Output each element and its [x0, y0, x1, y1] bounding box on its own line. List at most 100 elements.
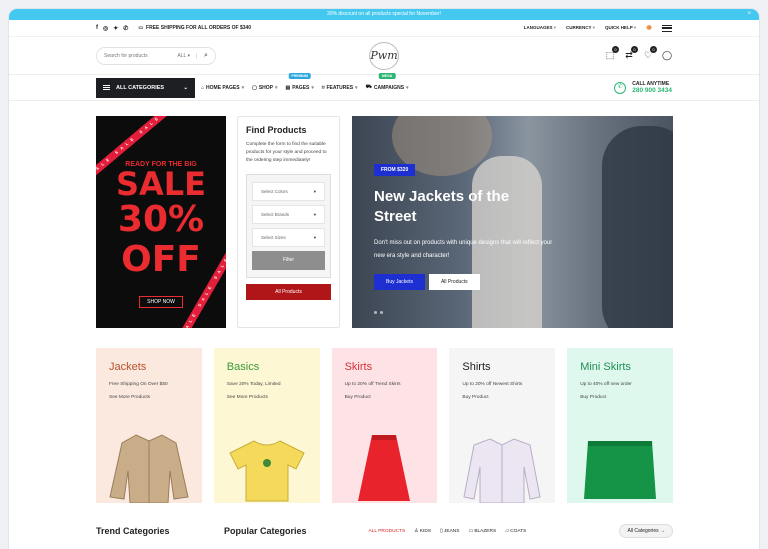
account-icon[interactable]: ◯: [662, 50, 672, 61]
logo[interactable]: Pwm: [369, 42, 399, 70]
hero-banner: FROM $320 New Jackets of the Street Don'…: [352, 116, 673, 328]
nav-features[interactable]: ⌑ FEATURES: [322, 84, 358, 91]
whatsapp-icon[interactable]: ✆: [123, 25, 128, 32]
nav-home-pages[interactable]: ⌂ HOME PAGES: [201, 84, 244, 91]
finder-form: Select Colors Select Brands Select Sizes…: [246, 174, 331, 278]
main-header: Search for products ALL ▾ ⌕ Pwm ⬚ 0 ⇄ 0 ♡ 0…: [9, 37, 759, 75]
currency-dropdown[interactable]: CURRENCY: [566, 25, 595, 31]
call-number[interactable]: 280 900 3434: [632, 87, 672, 94]
category-link[interactable]: Buy Product: [345, 395, 425, 400]
nav-pages[interactable]: PREMIUM ▤ PAGES: [285, 73, 314, 91]
category-card-jackets[interactable]: Jackets Free Shipping On Over $50 See Mo…: [96, 348, 202, 503]
sync-count-badge: 0: [631, 46, 638, 53]
menu-icon[interactable]: [662, 24, 672, 32]
tab-blazers[interactable]: ▭ BLAZERS: [468, 529, 496, 534]
category-link[interactable]: Buy Product: [580, 395, 660, 400]
all-categories-link[interactable]: All Categories →: [619, 524, 673, 538]
twitter-icon[interactable]: ✦: [113, 25, 118, 32]
tab-all-products[interactable]: ALL PRODUCTS: [369, 529, 406, 534]
sync-icon[interactable]: ⇄ 0: [624, 46, 638, 61]
category-subtitle: Save 20% Today, Limited: [226, 382, 281, 387]
all-categories-label: ALL CATEGORIES: [116, 84, 165, 91]
facebook-icon[interactable]: f: [96, 25, 98, 32]
chevron-down-icon: ⌄: [183, 84, 188, 91]
price-badge: FROM $320: [374, 164, 416, 176]
search-icon[interactable]: ⌕: [197, 52, 215, 60]
category-tabs: ALL PRODUCTS ♙ KIDS ▯ JEANS ▭ BLAZERS ▱ …: [369, 529, 527, 534]
category-title: Basics: [226, 361, 260, 373]
languages-dropdown[interactable]: LANGUAGES: [524, 25, 556, 31]
bag-icon: ▢: [252, 84, 257, 91]
buy-jackets-button[interactable]: Buy Jackets: [374, 274, 425, 290]
search-scope-select[interactable]: ALL ▾: [177, 52, 197, 59]
social-links: f ◎ ✦ ✆: [96, 25, 128, 32]
tab-jeans[interactable]: ▯ JEANS: [440, 529, 459, 534]
category-card-skirts[interactable]: Skirts Up to 20% off Trend Skirts Buy Pr…: [331, 348, 438, 503]
slider-dots[interactable]: [374, 311, 383, 314]
top-bar-menus: LANGUAGES CURRENCY QUICK HELP ✹: [524, 24, 672, 32]
category-subtitle: Free Shipping On Over $50: [109, 382, 168, 387]
list-icon: [103, 85, 110, 90]
instagram-icon[interactable]: ◎: [103, 25, 108, 32]
banner-description: Don't miss out on products with unique d…: [374, 240, 553, 259]
categories-section-header: Trend Categories Popular Categories ALL …: [96, 524, 673, 538]
finder-title: Find Products: [246, 125, 307, 135]
tshirt-icon: [229, 440, 305, 502]
compare-icon[interactable]: ⬚ 0: [605, 46, 619, 61]
all-categories-button[interactable]: ALL CATEGORIES ⌄: [96, 77, 195, 98]
cart-icon: ⛟: [365, 84, 372, 90]
search-bar: Search for products ALL ▾ ⌕: [96, 46, 216, 65]
category-title: Shirts: [462, 361, 491, 373]
search-input[interactable]: Search for products: [104, 53, 148, 59]
category-link[interactable]: See More Products: [227, 395, 307, 400]
shirt-icon: [463, 438, 541, 503]
sale-card[interactable]: SALE SALE SALE SALE SALE SALE READY FOR …: [96, 116, 226, 328]
brands-select[interactable]: Select Brands: [252, 205, 325, 224]
category-link[interactable]: Buy Product: [462, 395, 542, 400]
nav-campaigns[interactable]: MEGA ⛟ CAMPAIGNS: [365, 73, 409, 91]
page-icon: ▤: [285, 84, 291, 91]
category-card-basics[interactable]: Basics Save 20% Today, Limited See More …: [213, 348, 320, 503]
nav-shop[interactable]: ▢ SHOP: [252, 84, 277, 91]
shop-now-button[interactable]: SHOP NOW: [139, 296, 183, 308]
banner-title: New Jackets of the Street: [374, 188, 510, 225]
category-card-shirts[interactable]: Shirts Up to 20% off Newest Shirts Buy P…: [449, 348, 556, 503]
tag-icon: ⌑: [321, 84, 325, 91]
trend-categories-title: Trend Categories: [96, 526, 170, 536]
category-link[interactable]: See More Products: [109, 395, 189, 400]
main-menu: ⌂HOME PAGES ▢SHOP PREMIUM▤PAGES ⌑FEATURE…: [201, 73, 409, 91]
promo-text: 30% discount on all products special for…: [327, 11, 441, 17]
premium-badge: PREMIUM: [288, 73, 311, 79]
close-icon[interactable]: ×: [747, 9, 751, 20]
skirt-icon: [358, 435, 411, 501]
banner-all-products-button[interactable]: All Products: [428, 274, 480, 290]
mega-badge: MEGA: [378, 73, 396, 79]
notification-icon[interactable]: ✹: [646, 24, 652, 32]
wishlist-icon[interactable]: ♡ 0: [643, 46, 657, 61]
header-icons: ⬚ 0 ⇄ 0 ♡ 0 ◯: [605, 46, 672, 61]
quick-help-dropdown[interactable]: QUICK HELP: [605, 25, 636, 31]
sale-line2: SALE: [115, 165, 207, 203]
page-frame: 30% discount on all products special for…: [9, 9, 759, 549]
popular-categories-title: Popular Categories: [224, 526, 307, 536]
call-box[interactable]: ✆ CALL ANYTIME 280 900 3434: [614, 81, 672, 94]
sale-line3: 30%: [117, 199, 205, 240]
finder-description: Complete the form to find the suitable p…: [246, 142, 327, 163]
sale-line4: OFF: [121, 239, 201, 280]
colors-select[interactable]: Select Colors: [252, 182, 325, 201]
category-title: Jackets: [109, 361, 147, 373]
shipping-text: FREE SHIPPING FOR ALL ORDERS OF $340: [146, 25, 252, 31]
category-card-mini-skirts[interactable]: Mini Skirts Up to 40% off new order Buy …: [567, 348, 673, 503]
tab-coats[interactable]: ▱ COATS: [505, 529, 526, 534]
home-icon: ⌂: [201, 84, 205, 91]
top-bar: f ◎ ✦ ✆ ▭ FREE SHIPPING FOR ALL ORDERS O…: [9, 20, 759, 37]
filter-button[interactable]: Filter: [252, 251, 325, 270]
wishlist-count-badge: 0: [650, 46, 657, 53]
banner-photo: [602, 126, 673, 328]
compare-count-badge: 0: [612, 46, 619, 53]
category-title: Skirts: [344, 361, 373, 373]
tab-kids[interactable]: ♙ KIDS: [414, 529, 431, 534]
all-products-button[interactable]: All Products: [246, 284, 331, 300]
hero-section: SALE SALE SALE SALE SALE SALE READY FOR …: [96, 116, 673, 328]
sizes-select[interactable]: Select Sizes: [252, 228, 325, 247]
